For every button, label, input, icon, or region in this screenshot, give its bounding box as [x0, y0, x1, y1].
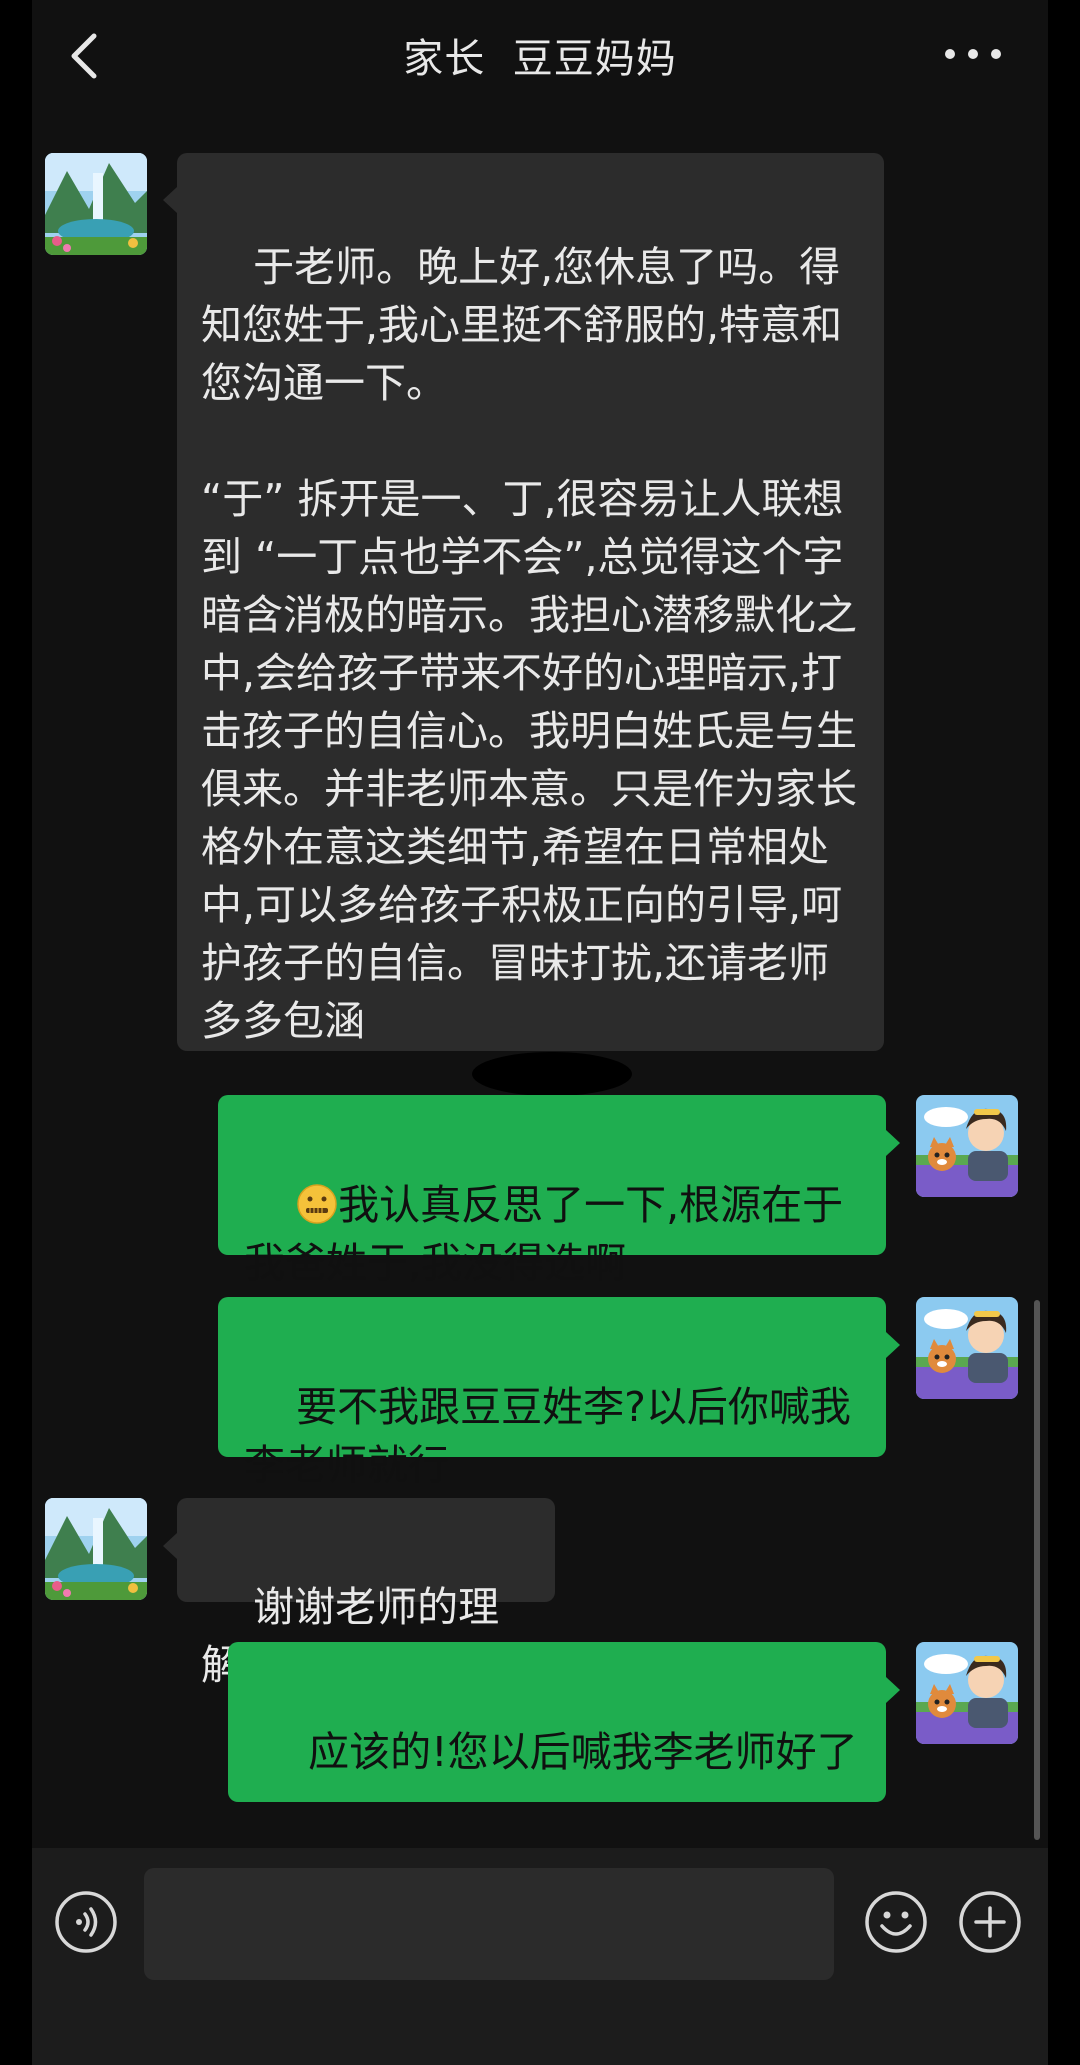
my-avatar[interactable]	[916, 1642, 1018, 1744]
chat-screen: 家长 豆豆妈妈 于老师。晚上好,您休息了吗。得知您姓于,我心里挺不舒服的,特意和…	[32, 0, 1048, 2065]
cartoon-boy-avatar-image	[916, 1095, 1018, 1197]
scrollbar[interactable]	[1034, 1300, 1040, 1840]
message-text: 要不我跟豆豆姓李?以后你喊我李老师就行	[244, 1383, 851, 1489]
input-bar	[32, 1848, 1048, 2065]
zipper-mouth-emoji	[297, 1184, 337, 1224]
voice-icon[interactable]	[54, 1890, 118, 1954]
message-bubble-incoming[interactable]: 谢谢老师的理解	[177, 1498, 555, 1689]
cartoon-boy-avatar-image	[916, 1642, 1018, 1744]
message-text: 应该的!您以后喊我李老师好了	[308, 1728, 858, 1776]
more-dots-icon[interactable]	[938, 34, 1008, 74]
waterfall-landscape-avatar-image	[45, 1498, 147, 1600]
message-input[interactable]	[144, 1868, 834, 1980]
chat-header: 家长 豆豆妈妈	[32, 0, 1048, 115]
chat-title: 家长 豆豆妈妈	[403, 36, 677, 82]
contact-avatar[interactable]	[45, 1498, 147, 1600]
message-bubble-outgoing[interactable]: 要不我跟豆豆姓李?以后你喊我李老师就行	[218, 1297, 886, 1489]
cartoon-boy-avatar-image	[916, 1297, 1018, 1399]
smiley-icon[interactable]	[864, 1890, 928, 1954]
plus-circle-icon[interactable]	[958, 1890, 1022, 1954]
my-avatar[interactable]	[916, 1095, 1018, 1197]
message-bubble-incoming[interactable]: 于老师。晚上好,您休息了吗。得知您姓于,我心里挺不舒服的,特意和您沟通一下。 “…	[177, 153, 884, 1051]
my-avatar[interactable]	[916, 1297, 1018, 1399]
message-text: 于老师。晚上好,您休息了吗。得知您姓于,我心里挺不舒服的,特意和您沟通一下。 “…	[201, 243, 857, 1045]
redaction-mark	[472, 1052, 632, 1096]
message-bubble-outgoing[interactable]: 应该的!您以后喊我李老师好了	[228, 1642, 886, 1945]
contact-avatar[interactable]	[45, 153, 147, 255]
waterfall-landscape-avatar-image	[45, 153, 147, 255]
message-bubble-outgoing[interactable]: 我认真反思了一下,根源在于我爸姓于,我没得选啊	[218, 1095, 886, 1287]
